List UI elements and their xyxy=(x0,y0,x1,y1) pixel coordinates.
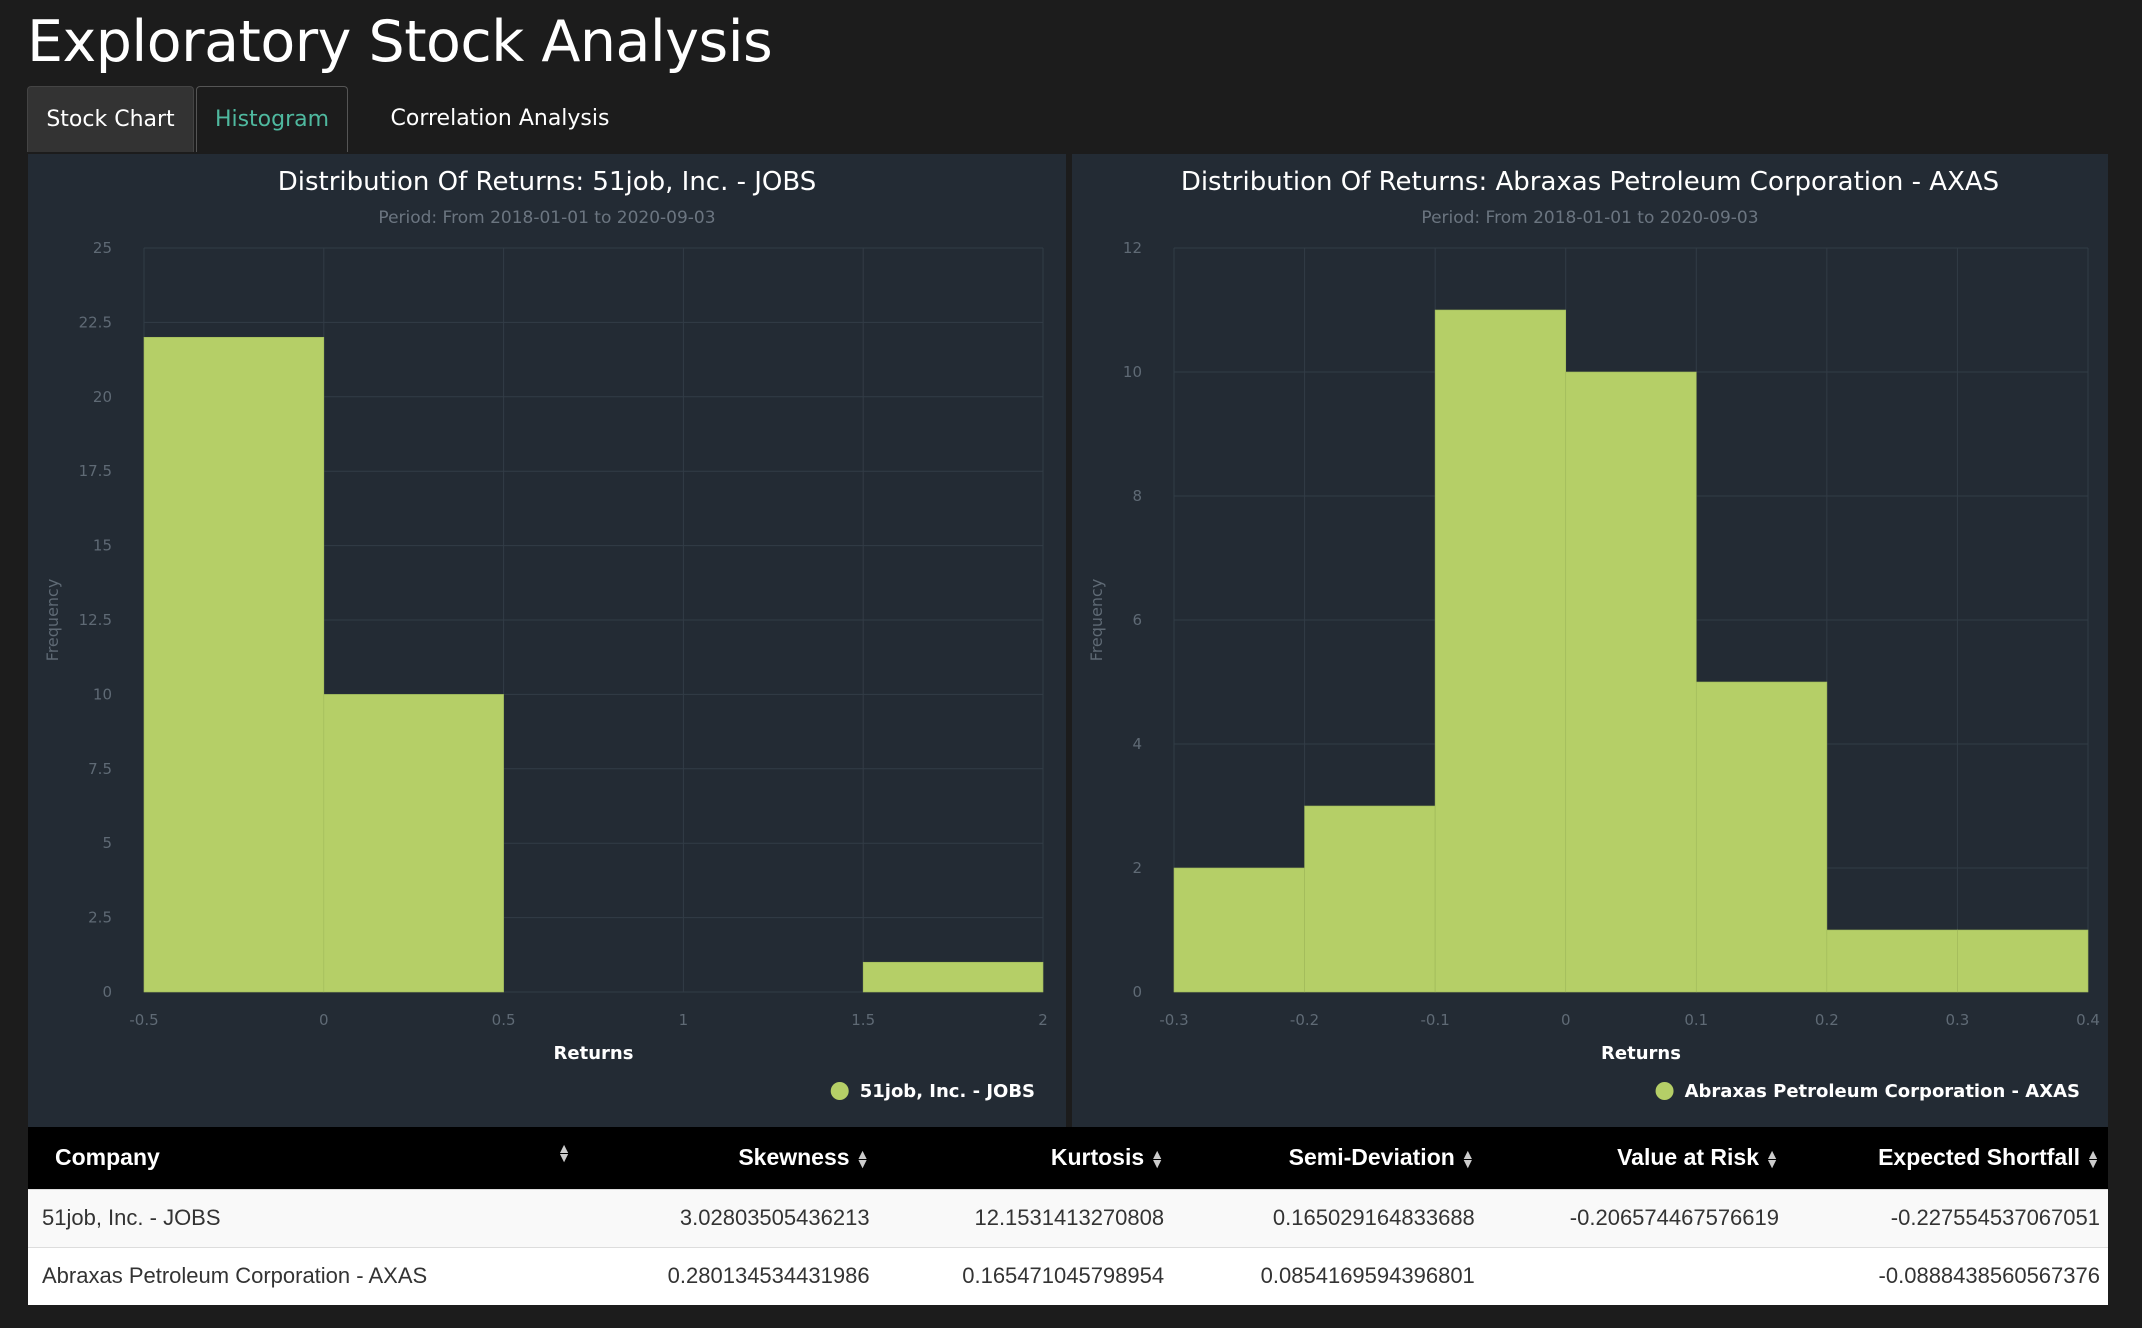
x-tick-label: 2 xyxy=(1038,1011,1048,1029)
sort-icon[interactable]: ▲ ▼ xyxy=(856,1147,870,1170)
cell-kurtosis: 0.165471045798954 xyxy=(877,1246,1173,1305)
table-header-row: Company ▲ ▼ Skewness ▲ ▼ Kurtosis ▲ ▼ Semi-Dev… xyxy=(28,1127,2108,1189)
cell-kurtosis: 12.1531413270808 xyxy=(877,1188,1173,1247)
cell-semi-deviation: 0.0854169594396801 xyxy=(1172,1246,1483,1305)
x-tick-label: 0 xyxy=(1561,1011,1571,1029)
y-tick-label: 0 xyxy=(102,983,112,1001)
legend-label: 51job, Inc. - JOBS xyxy=(860,1081,1035,1102)
cell-semi-deviation: 0.165029164833688 xyxy=(1172,1188,1483,1247)
y-tick-label: 4 xyxy=(1132,735,1142,753)
y-tick-label: 25 xyxy=(93,239,112,257)
column-header-label: Expected Shortfall xyxy=(1878,1144,2080,1171)
y-tick-label: 10 xyxy=(93,685,112,703)
x-tick-label: 1.5 xyxy=(851,1011,875,1029)
x-axis-label: Returns xyxy=(554,1043,634,1064)
chart-title: Distribution Of Returns: Abraxas Petrole… xyxy=(1181,167,1999,197)
cell-value-at-risk xyxy=(1482,1246,1788,1305)
column-header-kurtosis[interactable]: Kurtosis ▲ ▼ xyxy=(878,1127,1173,1189)
sort-icon[interactable]: ▲ ▼ xyxy=(1150,1147,1164,1170)
y-tick-label: 22.5 xyxy=(79,313,112,331)
tab-bar: Stock Chart Histogram Correlation Analys… xyxy=(27,86,2108,152)
y-tick-label: 10 xyxy=(1123,363,1142,381)
histogram-panel-axas: Distribution Of Returns: Abraxas Petrole… xyxy=(1072,154,2108,1127)
y-tick-label: 6 xyxy=(1132,611,1142,629)
histogram-chart-jobs: Distribution Of Returns: 51job, Inc. - J… xyxy=(43,167,1048,1102)
y-tick-label: 12 xyxy=(1123,239,1142,257)
x-axis-label: Returns xyxy=(1601,1043,1681,1064)
column-header-label: Company xyxy=(55,1144,160,1171)
cell-value-at-risk: -0.206574467576619 xyxy=(1482,1188,1788,1247)
y-tick-label: 12.5 xyxy=(79,611,112,629)
histogram-chart-axas: Distribution Of Returns: Abraxas Petrole… xyxy=(1087,167,2100,1102)
column-header-company[interactable]: Company ▲ ▼ xyxy=(28,1127,583,1189)
column-header-label: Kurtosis xyxy=(1050,1144,1145,1171)
sort-icon[interactable]: ▲ ▼ xyxy=(1461,1147,1475,1170)
histogram-bar xyxy=(1434,309,1567,993)
y-tick-label: 0 xyxy=(1132,983,1142,1001)
column-header-semi-deviation[interactable]: Semi-Deviation ▲ ▼ xyxy=(1172,1127,1483,1189)
y-tick-label: 15 xyxy=(93,537,112,555)
tab-histogram[interactable]: Histogram xyxy=(196,86,348,152)
tab-correlation-analysis[interactable]: Correlation Analysis xyxy=(350,86,650,152)
cell-company: 51job, Inc. - JOBS xyxy=(28,1188,583,1247)
column-header-skewness[interactable]: Skewness ▲ ▼ xyxy=(583,1127,878,1189)
x-tick-label: 0.1 xyxy=(1684,1011,1708,1029)
cell-company: Abraxas Petroleum Corporation - AXAS xyxy=(28,1246,583,1305)
cell-expected-shortfall: -0.0888438560567376 xyxy=(1787,1246,2108,1305)
page-title: Exploratory Stock Analysis xyxy=(27,9,773,75)
table-row[interactable]: 51job, Inc. - JOBS 3.02803505436213 12.1… xyxy=(28,1188,2108,1247)
column-header-label: Semi-Deviation xyxy=(1288,1144,1455,1171)
histogram-bar xyxy=(1304,805,1436,993)
cell-expected-shortfall: -0.227554537067051 xyxy=(1787,1188,2108,1247)
y-tick-label: 8 xyxy=(1132,487,1142,505)
cell-skewness: 0.280134534431986 xyxy=(583,1246,878,1305)
chart-subtitle: Period: From 2018-01-01 to 2020-09-03 xyxy=(1421,208,1758,228)
y-tick-label: 5 xyxy=(102,834,112,852)
histogram-bar xyxy=(1957,929,2089,993)
histogram-bar xyxy=(1695,681,1828,993)
x-tick-label: -0.5 xyxy=(129,1011,158,1029)
x-tick-label: -0.3 xyxy=(1159,1011,1188,1029)
cell-skewness: 3.02803505436213 xyxy=(583,1188,878,1247)
histogram-panel-jobs: Distribution Of Returns: 51job, Inc. - J… xyxy=(28,154,1066,1127)
y-tick-label: 7.5 xyxy=(88,760,112,778)
y-axis-label: Frequency xyxy=(1087,579,1106,662)
statistics-table: Company ▲ ▼ Skewness ▲ ▼ Kurtosis ▲ ▼ Semi-Dev… xyxy=(28,1127,2108,1305)
tab-stock-chart[interactable]: Stock Chart xyxy=(27,86,194,152)
x-tick-label: 0.4 xyxy=(2076,1011,2100,1029)
column-header-label: Skewness xyxy=(738,1144,850,1171)
y-tick-label: 2 xyxy=(1132,859,1142,877)
x-tick-label: 0.3 xyxy=(1945,1011,1969,1029)
table-row[interactable]: Abraxas Petroleum Corporation - AXAS 0.2… xyxy=(28,1246,2108,1305)
x-tick-label: 1 xyxy=(679,1011,689,1029)
histogram-bar xyxy=(862,961,1044,993)
sort-icon[interactable]: ▲ ▼ xyxy=(557,1141,571,1164)
x-tick-label: -0.1 xyxy=(1421,1011,1450,1029)
histogram-bar xyxy=(1173,867,1305,993)
sort-icon[interactable]: ▲ ▼ xyxy=(1765,1147,1779,1170)
legend-label: Abraxas Petroleum Corporation - AXAS xyxy=(1685,1081,2080,1102)
x-tick-label: 0.5 xyxy=(492,1011,516,1029)
legend-marker-icon xyxy=(1655,1082,1674,1100)
y-tick-label: 2.5 xyxy=(88,909,112,927)
y-axis-label: Frequency xyxy=(43,579,62,662)
column-header-value-at-risk[interactable]: Value at Risk ▲ ▼ xyxy=(1483,1127,1787,1189)
y-tick-label: 20 xyxy=(93,388,112,406)
histogram-bar xyxy=(1565,371,1697,993)
x-tick-label: -0.2 xyxy=(1290,1011,1319,1029)
histogram-bar xyxy=(1826,929,1958,993)
histogram-bar xyxy=(143,336,325,993)
column-header-expected-shortfall[interactable]: Expected Shortfall ▲ ▼ xyxy=(1787,1127,2108,1189)
histogram-bar xyxy=(323,694,504,993)
chart-title: Distribution Of Returns: 51job, Inc. - J… xyxy=(278,167,817,197)
chart-subtitle: Period: From 2018-01-01 to 2020-09-03 xyxy=(378,208,715,228)
x-tick-label: 0.2 xyxy=(1815,1011,1839,1029)
column-header-label: Value at Risk xyxy=(1617,1144,1760,1171)
legend-marker-icon xyxy=(830,1082,849,1100)
x-tick-label: 0 xyxy=(319,1011,329,1029)
y-tick-label: 17.5 xyxy=(79,462,112,480)
sort-icon[interactable]: ▲ ▼ xyxy=(2086,1147,2100,1170)
